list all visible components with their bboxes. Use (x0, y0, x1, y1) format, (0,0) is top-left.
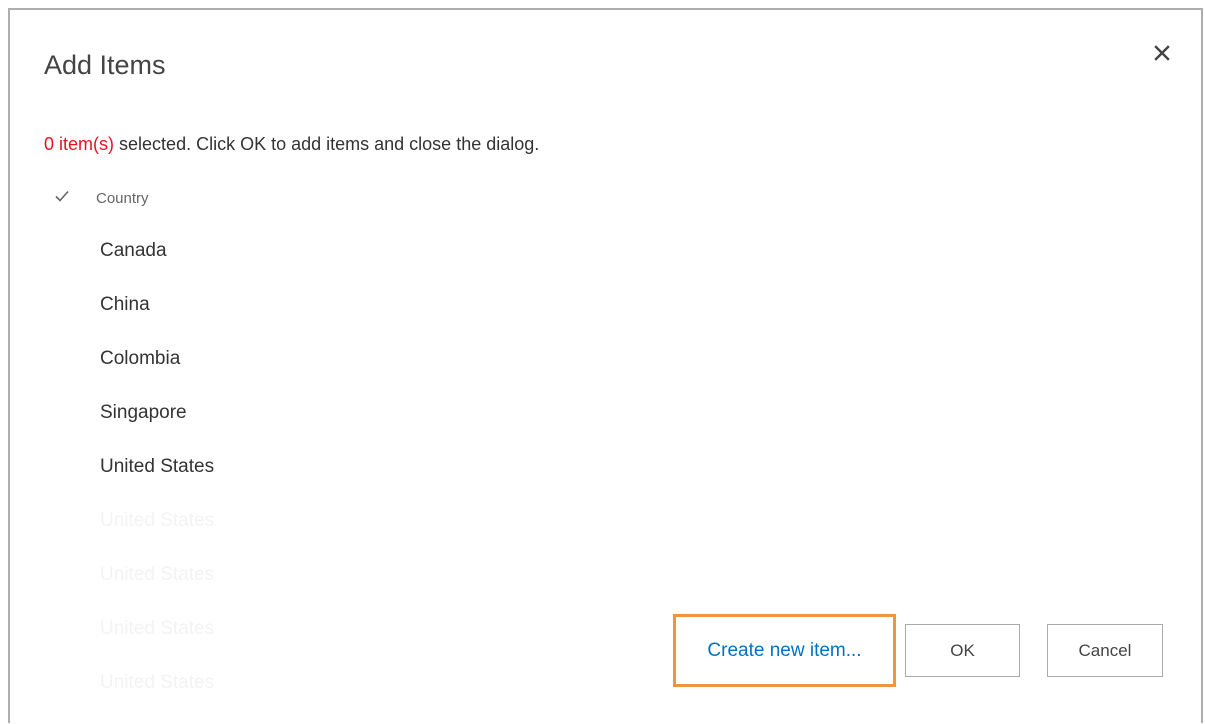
close-icon (1154, 45, 1170, 61)
list-header: Country (54, 186, 149, 210)
ok-button[interactable]: OK (905, 624, 1020, 677)
list-item[interactable]: United States (100, 454, 214, 508)
selection-status: 0 item(s) selected. Click OK to add item… (44, 134, 539, 155)
status-message: selected. Click OK to add items and clos… (119, 134, 540, 154)
checkmark-icon (55, 190, 69, 202)
column-header-country[interactable]: Country (96, 190, 149, 207)
faded-list-item: United States (100, 618, 215, 639)
country-list: Canada China Colombia Singapore United S… (100, 238, 214, 724)
create-new-item-button[interactable]: Create new item... (673, 614, 896, 687)
cancel-button[interactable]: Cancel (1047, 624, 1163, 677)
faded-list-item: United States (100, 564, 215, 585)
faded-list-item: United States (100, 510, 215, 531)
list-item[interactable]: Singapore (100, 400, 214, 454)
list-item[interactable]: China (100, 292, 214, 346)
select-all-toggle[interactable] (54, 188, 96, 209)
selected-count: 0 item(s) (44, 134, 115, 154)
list-item[interactable]: Colombia (100, 346, 214, 400)
add-items-dialog: Add Items 0 item(s) selected. Click OK t… (8, 8, 1203, 723)
close-button[interactable] (1149, 40, 1175, 66)
list-item[interactable]: Canada (100, 238, 214, 292)
faded-list-item: United States (100, 672, 215, 693)
dialog-title: Add Items (44, 50, 166, 80)
